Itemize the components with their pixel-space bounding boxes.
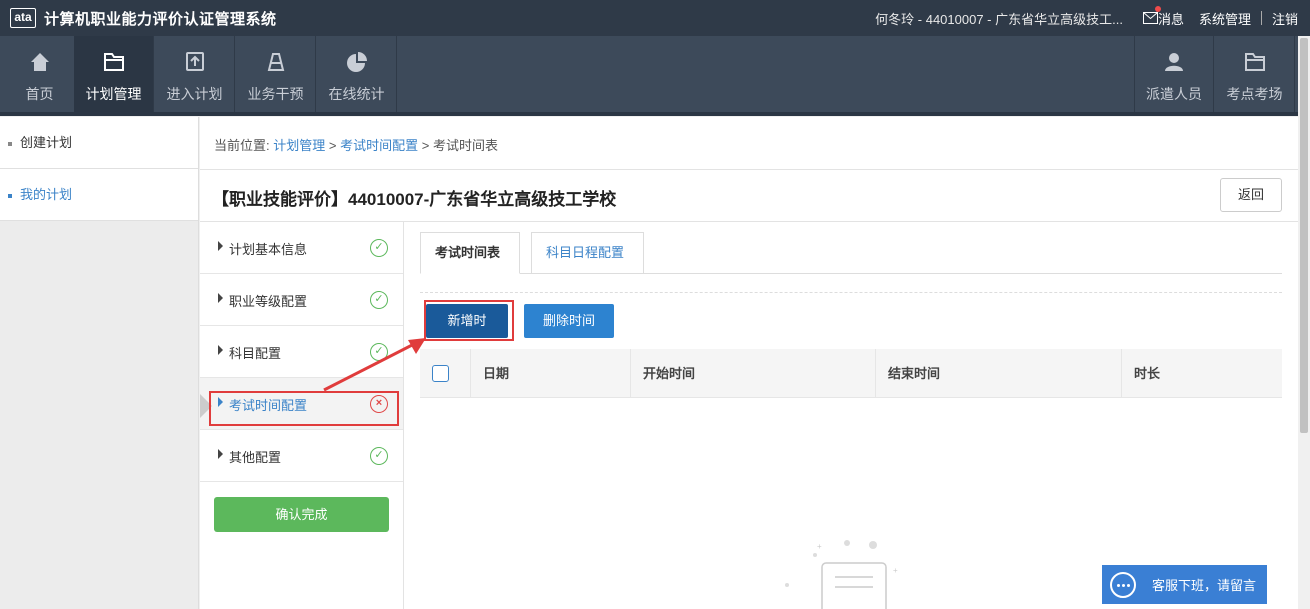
breadcrumb-sep: > xyxy=(421,138,430,153)
enter-icon xyxy=(185,52,204,71)
check-icon: ✓ xyxy=(370,291,388,309)
nav-enter-plan[interactable]: 进入计划 xyxy=(155,36,235,112)
logout-link[interactable]: 注销 xyxy=(1272,9,1298,28)
messages-link[interactable]: 消息 xyxy=(1142,5,1184,28)
sidebar-item-create-plan[interactable]: 创建计划 xyxy=(0,117,198,169)
chat-icon xyxy=(1110,571,1136,598)
nav-home[interactable]: 首页 xyxy=(0,36,80,112)
nav-business[interactable]: 业务干预 xyxy=(236,36,316,112)
notification-dot xyxy=(1154,5,1161,12)
empty-state-illustration: ++ xyxy=(785,540,898,609)
sidebar: 创建计划 我的计划 xyxy=(0,117,199,609)
nav-home-label: 首页 xyxy=(25,86,54,102)
table-header: 日期 开始时间 结束时间 时长 xyxy=(420,349,1282,398)
step-basic-info[interactable]: 计划基本信息 ✓ xyxy=(200,222,403,274)
back-button[interactable]: 返回 xyxy=(1220,178,1282,212)
confirm-button[interactable]: 确认完成 xyxy=(214,497,389,532)
bullet xyxy=(8,193,12,198)
sidebar-item-my-plan[interactable]: 我的计划 xyxy=(0,169,198,221)
messages-label: 消息 xyxy=(1157,11,1184,27)
step-label: 其他配置 xyxy=(229,450,282,465)
column-date[interactable]: 日期 xyxy=(470,349,630,398)
divider xyxy=(200,169,1298,170)
nav-plan-label: 计划管理 xyxy=(85,86,142,102)
cone-icon xyxy=(267,53,284,71)
nav-exam-sites[interactable]: 考点考场 xyxy=(1215,36,1295,112)
app-title: 计算机职业能力评价认证管理系统 xyxy=(44,10,277,28)
tab-exam-timetable[interactable]: 考试时间表 xyxy=(420,232,520,274)
highlight-box xyxy=(209,391,399,426)
logo-mark: ata xyxy=(10,8,36,28)
top-bar: ata 计算机职业能力评价认证管理系统 何冬玲 - 44010007 - 广东省… xyxy=(0,0,1310,36)
logo: ata 计算机职业能力评价认证管理系统 xyxy=(10,8,277,29)
step-label: 职业等级配置 xyxy=(229,294,308,309)
nav-dispatch[interactable]: 派遣人员 xyxy=(1134,36,1214,112)
breadcrumb-exam-time[interactable]: 考试时间配置 xyxy=(340,138,418,153)
chat-label: 客服下班，请留言 xyxy=(1152,578,1257,593)
caret-right-icon xyxy=(218,345,223,355)
divider xyxy=(420,292,1282,293)
customer-service-chat[interactable]: 客服下班，请留言 xyxy=(1102,565,1267,604)
bullet xyxy=(8,141,12,146)
breadcrumb-sep: > xyxy=(328,138,337,153)
highlight-box xyxy=(424,300,514,341)
folder-icon xyxy=(1244,53,1265,71)
step-level-config[interactable]: 职业等级配置 ✓ xyxy=(200,274,403,326)
nav-enter-label: 进入计划 xyxy=(166,86,223,102)
sidebar-item-label: 我的计划 xyxy=(20,187,73,202)
tab-subject-schedule[interactable]: 科目日程配置 xyxy=(531,232,644,274)
select-all-checkbox[interactable] xyxy=(432,365,449,382)
breadcrumb-prefix: 当前位置: xyxy=(214,138,270,153)
step-other-config[interactable]: 其他配置 ✓ xyxy=(200,430,403,482)
breadcrumb: 当前位置: 计划管理 > 考试时间配置 > 考试时间表 xyxy=(214,135,498,154)
caret-right-icon xyxy=(218,241,223,251)
breadcrumb-current: 考试时间表 xyxy=(432,138,498,153)
step-label: 计划基本信息 xyxy=(229,242,308,257)
nav-business-label: 业务干预 xyxy=(247,86,304,102)
column-start-time[interactable]: 开始时间 xyxy=(630,349,875,398)
nav-stats-label: 在线统计 xyxy=(328,86,385,102)
check-icon: ✓ xyxy=(370,447,388,465)
tab-bar: 考试时间表 科目日程配置 xyxy=(420,232,1282,274)
scrollbar-thumb[interactable] xyxy=(1300,38,1308,433)
nav-exam-sites-label: 考点考场 xyxy=(1226,86,1283,102)
home-icon xyxy=(30,53,49,71)
pie-chart-icon xyxy=(346,52,367,72)
nav-plan-management[interactable]: 计划管理 xyxy=(74,36,154,112)
user-info[interactable]: 何冬玲 - 44010007 - 广东省华立高级技工... xyxy=(875,9,1123,28)
annotation-arrow xyxy=(323,338,426,392)
settings-link[interactable]: 系统管理 xyxy=(1199,9,1251,28)
person-icon xyxy=(1165,53,1183,71)
main-nav: 首页 计划管理 进入计划 业务干预 在线统计 派遣人员 考点考场 xyxy=(0,36,1310,116)
nav-online-stats[interactable]: 在线统计 xyxy=(317,36,397,112)
sidebar-item-label: 创建计划 xyxy=(20,135,73,150)
scrollbar[interactable] xyxy=(1298,36,1310,609)
caret-right-icon xyxy=(218,293,223,303)
column-end-time[interactable]: 结束时间 xyxy=(875,349,1121,398)
page-title: 【职业技能评价】44010007-广东省华立高级技工学校 xyxy=(212,190,617,209)
check-icon: ✓ xyxy=(370,239,388,257)
svg-text:+: + xyxy=(893,566,898,575)
nav-dispatch-label: 派遣人员 xyxy=(1146,86,1202,102)
divider xyxy=(1260,11,1262,25)
column-duration[interactable]: 时长 xyxy=(1121,349,1282,398)
caret-right-icon xyxy=(218,449,223,459)
svg-text:+: + xyxy=(817,542,822,551)
step-label: 科目配置 xyxy=(229,346,282,361)
mail-icon xyxy=(1142,12,1158,24)
folder-icon xyxy=(103,53,124,71)
delete-time-button[interactable]: 删除时间 xyxy=(524,304,614,338)
breadcrumb-plan-management[interactable]: 计划管理 xyxy=(273,138,325,153)
